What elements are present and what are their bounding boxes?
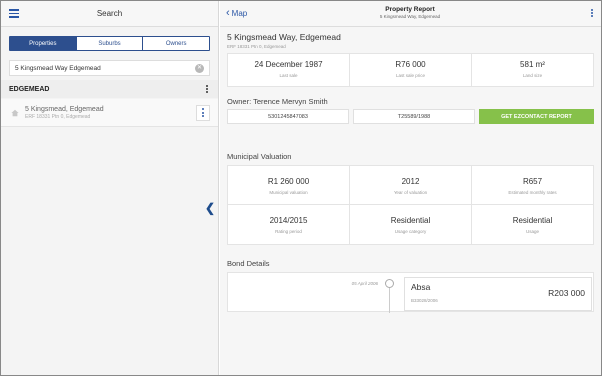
page-title: Property Report <box>385 6 435 13</box>
bond-reference: B33028/2006 <box>411 298 438 303</box>
land-size-value: 581 m² <box>520 60 545 69</box>
search-header: Search <box>1 1 218 27</box>
municipal-valuation-label-text: Municipal valuation <box>269 190 308 195</box>
municipal-valuation-card: R1 260 000 Municipal valuation 2012 Year… <box>227 165 594 245</box>
report-more-button[interactable] <box>589 9 595 18</box>
result-group-header: EDGEMEAD <box>1 80 218 98</box>
property-erf: ERF 18331 Ptn 0, Edgemead <box>227 44 286 49</box>
search-title: Search <box>96 9 123 18</box>
page-subtitle: 5 Kingsmead Way, Edgemead <box>379 14 441 19</box>
rating-period-label: Rating period <box>275 229 302 234</box>
valuation-cell: 2014/2015 Rating period <box>228 205 350 244</box>
search-field: ✕ <box>9 60 210 76</box>
monthly-rates-value: R657 <box>522 177 543 186</box>
bond-entry[interactable]: Absa B33028/2006 R203 000 <box>404 277 592 311</box>
rating-period-value: 2014/2015 <box>269 216 308 225</box>
get-ezcontact-report-button[interactable]: GET EZCONTACT REPORT <box>479 109 594 124</box>
tab-owners[interactable]: Owners <box>143 37 209 50</box>
hamburger-menu-icon[interactable] <box>9 9 19 18</box>
house-icon <box>11 109 19 116</box>
owner-id-number: 5301245847083 <box>227 109 349 124</box>
last-sale-cell: 24 December 1987 Last sale <box>228 54 350 86</box>
result-text: 5 Kingsmead, Edgemead ERF 18331 Ptn 0, E… <box>25 106 196 120</box>
valuation-cell: R1 260 000 Municipal valuation <box>228 166 350 204</box>
collapse-panel-icon[interactable]: ❮ <box>205 200 215 216</box>
sale-summary-card: 24 December 1987 Last sale R76 000 Last … <box>227 53 594 87</box>
tab-suburbs[interactable]: Suburbs <box>76 37 144 50</box>
municipal-valuation-label: Municipal Valuation <box>227 152 292 161</box>
clear-search-icon[interactable]: ✕ <box>195 63 204 73</box>
back-to-map-button[interactable]: ‹ Map <box>226 8 247 19</box>
bond-amount: R203 000 <box>548 288 585 298</box>
back-label: Map <box>231 9 248 18</box>
timeline-dot-icon <box>385 279 394 288</box>
property-address-block: 5 Kingsmead Way, Edgemead ERF 18331 Ptn … <box>220 32 601 49</box>
property-address: 5 Kingsmead Way, Edgemead <box>227 32 341 42</box>
monthly-rates-label: Estimated monthly rates <box>508 190 557 195</box>
last-sale-label: Last sale <box>279 73 298 78</box>
group-more-icon[interactable] <box>204 84 210 94</box>
chevron-left-icon: ‹ <box>226 7 230 19</box>
bond-details-label: Bond Details <box>227 259 270 268</box>
usage-category-value: Residential <box>390 216 431 225</box>
valuation-cell: Residential Usage category <box>350 205 472 244</box>
bond-date: 05 April 2006 <box>351 281 378 286</box>
report-heading: Property Report 5 Kingsmead Way, Edgemea… <box>340 6 480 19</box>
timeline-line <box>389 288 390 313</box>
valuation-cell: R657 Estimated monthly rates <box>472 166 593 204</box>
last-sale-price-label: Last sale price <box>395 73 425 78</box>
land-size-cell: 581 m² Land size <box>472 54 593 86</box>
more-vertical-icon <box>200 108 206 117</box>
valuation-row: R1 260 000 Municipal valuation 2012 Year… <box>228 166 593 205</box>
last-sale-price-cell: R76 000 Last sale price <box>350 54 472 86</box>
search-type-segmented-control: Properties Suburbs Owners <box>9 36 210 51</box>
year-of-valuation-label: Year of valuation <box>393 190 428 195</box>
valuation-cell: Residential Usage <box>472 205 593 244</box>
title-deed-number: T25589/1988 <box>353 109 475 124</box>
usage-category-label: Usage category <box>394 229 427 234</box>
owner-label: Owner: Terence Mervyn Smith <box>227 97 328 106</box>
valuation-row: 2014/2015 Rating period Residential Usag… <box>228 205 593 244</box>
result-title: 5 Kingsmead, Edgemead <box>25 105 104 113</box>
report-topbar: ‹ Map Property Report 5 Kingsmead Way, E… <box>220 1 601 27</box>
owner-details-row: 5301245847083 T25589/1988 GET EZCONTACT … <box>227 109 594 124</box>
result-more-button[interactable] <box>196 104 210 121</box>
search-input[interactable] <box>15 64 195 72</box>
valuation-cell: 2012 Year of valuation <box>350 166 472 204</box>
usage-value: Residential <box>512 216 553 225</box>
bond-bank: Absa <box>411 282 431 292</box>
more-vertical-icon <box>589 9 595 18</box>
result-subtitle: ERF 18331 Ptn 0, Edgemead <box>25 113 91 120</box>
property-report-panel: ‹ Map Property Report 5 Kingsmead Way, E… <box>220 1 601 375</box>
usage-label: Usage <box>525 229 539 234</box>
last-sale-value: 24 December 1987 <box>254 60 323 69</box>
municipal-valuation-value: R1 260 000 <box>267 177 310 186</box>
search-panel: Search Properties Suburbs Owners ✕ EDGEM… <box>1 1 219 375</box>
land-size-label: Land size <box>522 73 543 78</box>
last-sale-price-value: R76 000 <box>395 60 426 69</box>
tab-properties[interactable]: Properties <box>10 37 77 50</box>
bond-details-card: 05 April 2006 Absa B33028/2006 R203 000 <box>227 272 594 313</box>
result-group-title: EDGEMEAD <box>9 85 50 93</box>
year-of-valuation-value: 2012 <box>401 177 420 186</box>
list-item[interactable]: 5 Kingsmead, Edgemead ERF 18331 Ptn 0, E… <box>1 99 218 127</box>
